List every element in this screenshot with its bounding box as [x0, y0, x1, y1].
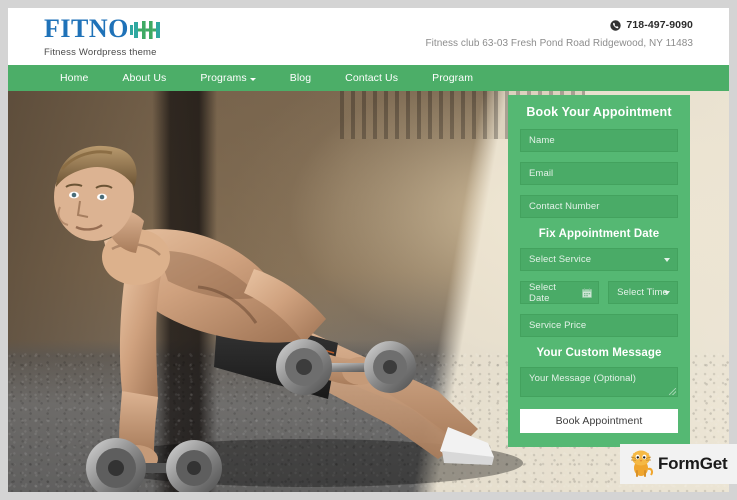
nav-label: Program [432, 72, 474, 84]
main-navigation: Home About Us Programs Blog Contact Us P… [8, 65, 729, 91]
select-service-dropdown[interactable]: Select Service [520, 248, 678, 271]
chevron-down-icon [249, 77, 256, 81]
formget-watermark: FormGet [620, 444, 737, 484]
brand-logo[interactable]: FITNO Fitness Wordpress theme [44, 16, 244, 58]
hero-section: Book Your Appointment Name Email Contact… [8, 91, 729, 492]
date-placeholder: Select Date [529, 281, 557, 304]
nav-label: About Us [122, 72, 167, 84]
nav-item-about-us[interactable]: About Us [105, 72, 183, 84]
calendar-icon[interactable] [582, 287, 592, 301]
watermark-brand-text: FormGet [658, 454, 728, 473]
brand-tagline: Fitness Wordpress theme [44, 47, 157, 58]
nav-item-home[interactable]: Home [48, 72, 105, 84]
fix-date-section-title: Fix Appointment Date [538, 228, 660, 240]
nav-label: Programs [200, 72, 247, 84]
form-title: Book Your Appointment [526, 105, 672, 119]
email-placeholder: Email [529, 168, 554, 179]
dumbbell-h-icon [129, 19, 160, 41]
select-time-dropdown[interactable]: Select Time [608, 281, 678, 304]
phone-row[interactable]: 718-497-9090 [426, 19, 694, 31]
select-date-input[interactable]: Select Date [520, 281, 600, 304]
nav-item-programs[interactable]: Programs [183, 72, 272, 84]
time-placeholder: Select Time [617, 287, 668, 298]
nav-label: Contact Us [345, 72, 399, 84]
custom-message-section-title: Your Custom Message [536, 347, 662, 359]
message-textarea[interactable]: Your Message (Optional) [520, 367, 678, 397]
message-placeholder: Your Message (Optional) [529, 373, 637, 384]
logo-text: FITNO [44, 14, 129, 43]
site-header: FITNO Fitness Wordpress theme 718-497-90… [8, 8, 729, 65]
price-placeholder: Service Price [529, 320, 587, 331]
name-input[interactable]: Name [520, 129, 678, 152]
contact-number-input[interactable]: Contact Number [520, 195, 678, 218]
chevron-down-icon [664, 291, 670, 295]
name-placeholder: Name [529, 135, 555, 146]
cat-mascot-icon [628, 447, 654, 482]
nav-item-blog[interactable]: Blog [273, 72, 328, 84]
appointment-form-panel: Book Your Appointment Name Email Contact… [508, 95, 690, 447]
book-appointment-button[interactable]: Book Appointment [520, 409, 678, 433]
email-input[interactable]: Email [520, 162, 678, 185]
logo-wordmark: FITNO [44, 16, 244, 42]
contact-placeholder: Contact Number [529, 201, 600, 212]
service-placeholder: Select Service [529, 254, 592, 265]
nav-item-contact-us[interactable]: Contact Us [328, 72, 415, 84]
textarea-resize-handle[interactable] [669, 388, 676, 395]
date-time-row: Select Date Select Time [520, 281, 678, 304]
phone-icon [610, 19, 622, 31]
nav-label: Blog [289, 72, 312, 84]
address-text: Fitness club 63-03 Fresh Pond Road Ridge… [425, 38, 693, 49]
site-page: FITNO Fitness Wordpress theme 718-497-90… [8, 8, 729, 492]
header-contact: 718-497-9090 Fitness club 63-03 Fresh Po… [426, 19, 694, 49]
screenshot-root: FITNO Fitness Wordpress theme 718-497-90… [0, 0, 737, 500]
phone-number: 718-497-9090 [626, 19, 693, 31]
chevron-down-icon [664, 258, 670, 262]
nav-label: Home [60, 72, 89, 84]
nav-item-program[interactable]: Program [415, 72, 490, 84]
service-price-input[interactable]: Service Price [520, 314, 678, 337]
